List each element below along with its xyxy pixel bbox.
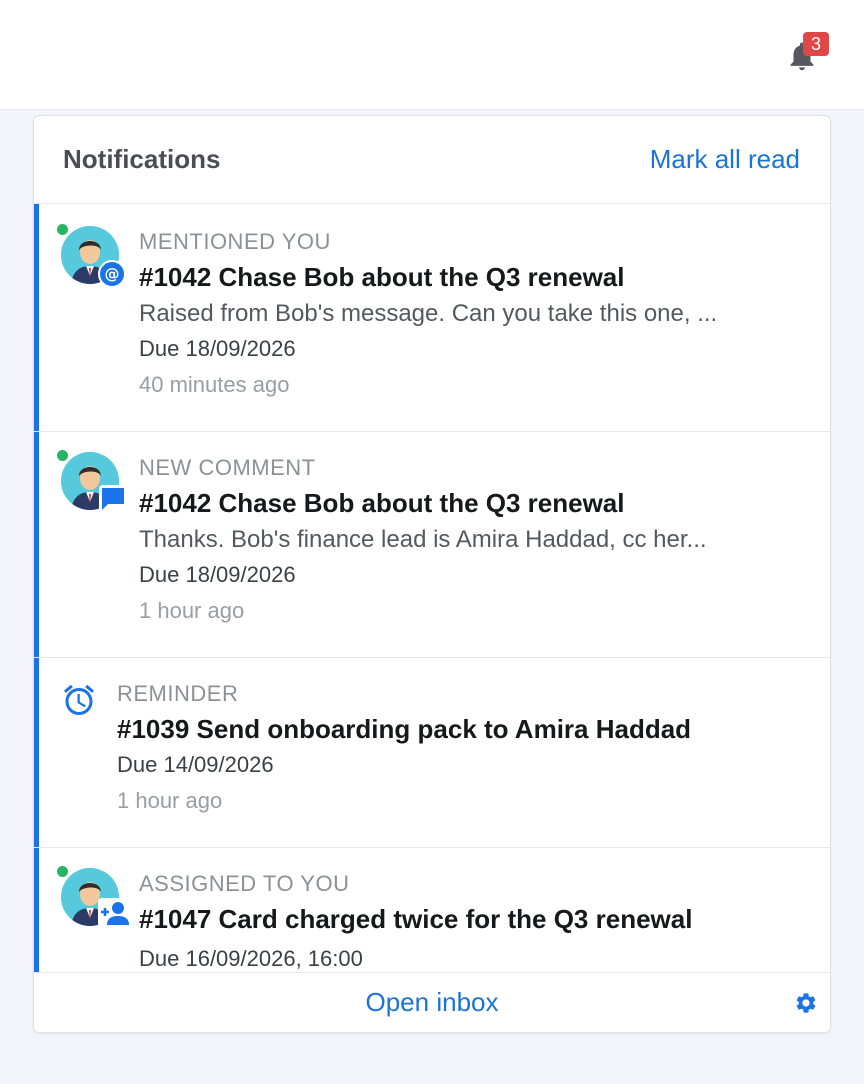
notification-due-date: Due 16/09/2026, 16:00 — [139, 946, 363, 971]
person-add-icon — [98, 898, 130, 928]
notification-kind: NEW COMMENT — [139, 455, 316, 480]
notification-content: REMINDER #1039 Send onboarding pack to A… — [117, 680, 802, 816]
at-mention-icon: @ — [98, 260, 126, 288]
notification-content: MENTIONED YOU #1042 Chase Bob about the … — [139, 228, 802, 400]
notification-due-date: Due 14/09/2026 — [117, 752, 274, 777]
online-status-dot — [57, 866, 68, 877]
notifications-bell-button[interactable]: 3 — [782, 32, 829, 78]
notification-timestamp: 1 hour ago — [139, 598, 245, 623]
notification-title[interactable]: #1047 Card charged twice for the Q3 rene… — [139, 902, 802, 936]
notification-title[interactable]: #1042 Chase Bob about the Q3 renewal — [139, 260, 802, 294]
notification-timestamp: 40 minutes ago — [139, 372, 290, 397]
panel-header: Notifications Mark all read — [34, 116, 830, 204]
notification-item[interactable]: NEW COMMENT #1042 Chase Bob about the Q3… — [34, 432, 830, 658]
alarm-clock-icon — [61, 682, 97, 718]
notification-snippet: Thanks. Bob's finance lead is Amira Hadd… — [139, 526, 707, 553]
mark-all-read-link[interactable]: Mark all read — [650, 144, 800, 175]
svg-text:@: @ — [105, 265, 120, 283]
top-bar: 3 — [0, 0, 864, 110]
notification-item[interactable]: REMINDER #1039 Send onboarding pack to A… — [34, 658, 830, 848]
notification-kind: MENTIONED YOU — [139, 229, 331, 254]
notification-content: ASSIGNED TO YOU #1047 Card charged twice… — [139, 870, 802, 973]
notification-kind: ASSIGNED TO YOU — [139, 871, 350, 896]
notification-list: @ MENTIONED YOU #1042 Chase Bob about th… — [34, 204, 830, 973]
notification-kind: REMINDER — [117, 681, 239, 706]
notification-title[interactable]: #1042 Chase Bob about the Q3 renewal — [139, 486, 802, 520]
online-status-dot — [57, 450, 68, 461]
gear-icon[interactable] — [794, 991, 818, 1015]
notification-item[interactable]: ASSIGNED TO YOU #1047 Card charged twice… — [34, 848, 830, 973]
open-inbox-link[interactable]: Open inbox — [34, 987, 830, 1018]
notification-due-date: Due 18/09/2026 — [139, 336, 296, 361]
notification-item[interactable]: @ MENTIONED YOU #1042 Chase Bob about th… — [34, 204, 830, 432]
online-status-dot — [57, 224, 68, 235]
notification-title[interactable]: #1039 Send onboarding pack to Amira Hadd… — [117, 712, 802, 746]
comment-icon — [98, 484, 127, 513]
unread-count-badge: 3 — [803, 32, 829, 56]
notification-timestamp: 1 hour ago — [117, 788, 223, 813]
notification-snippet: Raised from Bob's message. Can you take … — [139, 300, 718, 327]
notification-content: NEW COMMENT #1042 Chase Bob about the Q3… — [139, 454, 802, 626]
notification-due-date: Due 18/09/2026 — [139, 562, 296, 587]
notifications-panel: Notifications Mark all read @ MENTIONED … — [33, 115, 831, 1033]
panel-title: Notifications — [63, 144, 221, 174]
panel-footer: Open inbox — [34, 972, 830, 1032]
